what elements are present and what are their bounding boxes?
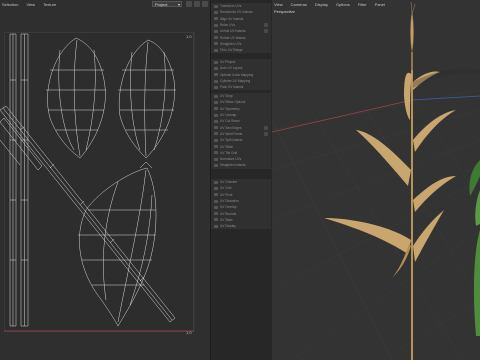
uv-editor-panel: Selection View Texture Project ▾ 1.0 1.0: [0, 0, 210, 360]
tool-item[interactable]: Straighten Islands: [211, 162, 271, 168]
tool-icon: [214, 66, 218, 70]
tool-item[interactable]: Pack UV Islands: [211, 84, 271, 90]
tool-icon: [214, 145, 218, 149]
tool-label: UV Pivot: [220, 192, 233, 197]
wheat-ear: [410, 11, 414, 53]
tool-label: Cylinder UV Mapping: [220, 79, 251, 84]
wheat-leaf: [413, 176, 456, 212]
tool-label: Relax UVs: [220, 23, 236, 28]
tool-item[interactable]: UV Display: [211, 223, 271, 229]
tool-icon: [214, 73, 218, 77]
tool-label: UV Relax Options: [220, 100, 246, 105]
tool-icon: [214, 113, 218, 117]
tool-label: UV Symmetry: [220, 106, 240, 111]
tool-label: Randomize UV Islands: [220, 10, 253, 15]
tool-icon: [214, 126, 218, 130]
tool-icon: [214, 193, 218, 197]
tool-label: UV Overlap: [220, 205, 237, 210]
tool-icon: [214, 186, 218, 190]
tool-icon: [214, 85, 218, 89]
tool-label: UV Split Islands: [220, 138, 243, 143]
tool-icon: [214, 199, 218, 203]
options-icon[interactable]: [264, 23, 268, 28]
tool-icon: [214, 212, 218, 216]
tool-label: Pack UV Islands: [220, 85, 244, 90]
uv-mesh-layout: [0, 32, 195, 332]
tool-icon: [214, 157, 218, 161]
options-icon[interactable]: [264, 131, 268, 136]
tool-label: Optimal Cubic Mapping: [220, 72, 254, 77]
uv-diagonal-strips: [0, 105, 176, 323]
options-icon[interactable]: [264, 29, 268, 34]
tool-label: Straighten Islands: [220, 163, 246, 168]
tool-label: Auto UV Layout: [220, 66, 243, 71]
uv-tool-panel: Transform UVs Randomize UV Islands Align…: [210, 0, 274, 360]
tool-label: Fit to UV Range: [220, 48, 243, 53]
tool-label: UV Distortion: [220, 199, 239, 204]
tool-icon: [214, 4, 218, 8]
tool-label: UV Project: [220, 60, 236, 65]
tool-label: Normalize UVs: [220, 157, 242, 162]
wheat-leaf: [404, 72, 412, 120]
tool-icon: [214, 218, 218, 222]
tool-label: UV Display: [220, 224, 236, 229]
tool-label: Align UV Islands: [220, 16, 244, 21]
tool-label: UV Weld Points: [220, 131, 243, 136]
tool-label: UV Snap: [220, 94, 233, 99]
uv-leaf-island-3: [78, 161, 157, 327]
tool-icon: [214, 163, 218, 167]
tool-icon: [214, 224, 218, 228]
tool-icon: [214, 94, 218, 98]
tool-icon: [214, 107, 218, 111]
uv-leaf-island-2: [118, 39, 176, 159]
tool-icon: [214, 180, 218, 184]
tool-label: Rotate UV Islands: [220, 35, 246, 40]
tool-icon: [214, 79, 218, 83]
tool-label: UV Unwrap: [220, 113, 237, 118]
ground-grid: [272, 89, 480, 360]
uv-stem-strips: [9, 33, 29, 327]
tool-group-editing: UV Snap UV Relax Options UV Symmetry UV …: [211, 92, 271, 169]
tool-label: UV Grid: [220, 186, 232, 191]
wheat-plant-model: [324, 1, 480, 360]
tool-label: UV Checker: [220, 180, 238, 185]
tool-item[interactable]: Fit to UV Range: [211, 47, 271, 53]
uv-corner-label-bottom: 1.0: [186, 330, 192, 335]
tool-icon: [214, 23, 218, 27]
3d-viewport-panel: View Cameras Display Options Filter Pane…: [272, 0, 480, 360]
tool-icon: [214, 48, 218, 52]
tool-label: UV Cut Seam: [220, 119, 240, 124]
tool-label: UV Stitch: [220, 144, 234, 149]
tool-icon: [214, 138, 218, 142]
tool-icon: [214, 119, 218, 123]
tool-icon: [214, 151, 218, 155]
tool-icon: [214, 42, 218, 46]
tool-label: UV Stats: [220, 217, 233, 222]
tool-icon: [214, 132, 218, 136]
tool-group-mapping: UV Project Auto UV Layout Optimal Cubic …: [211, 58, 271, 91]
green-plant-model: [469, 160, 480, 336]
tool-label: UV Tile Grid: [220, 150, 238, 155]
options-icon[interactable]: [264, 125, 268, 130]
x-axis-line: [272, 99, 413, 133]
tool-label: Transform UVs: [220, 4, 242, 9]
tool-label: UV Bounds: [220, 211, 237, 216]
tool-icon: [214, 10, 218, 14]
tool-group-transform: Transform UVs Randomize UV Islands Align…: [211, 2, 271, 54]
uv-leaf-island-1: [46, 37, 106, 159]
tool-icon: [214, 60, 218, 64]
tool-icon: [214, 100, 218, 104]
tool-label: Straighten UVs: [220, 41, 242, 46]
tool-icon: [214, 29, 218, 33]
wheat-leaf: [413, 210, 444, 262]
tool-group-display: UV Checker UV Grid UV Pivot UV Distortio…: [211, 178, 271, 230]
tool-label: Unfold UV Islands: [220, 29, 246, 34]
tool-icon: [214, 36, 218, 40]
wheat-leaf: [413, 110, 456, 152]
uv-corner-label-top: 1.0: [186, 34, 192, 39]
tool-icon: [214, 17, 218, 21]
viewport-scene[interactable]: [272, 0, 480, 360]
tool-label: UV Sew Edges: [220, 125, 242, 130]
tool-icon: [214, 205, 218, 209]
